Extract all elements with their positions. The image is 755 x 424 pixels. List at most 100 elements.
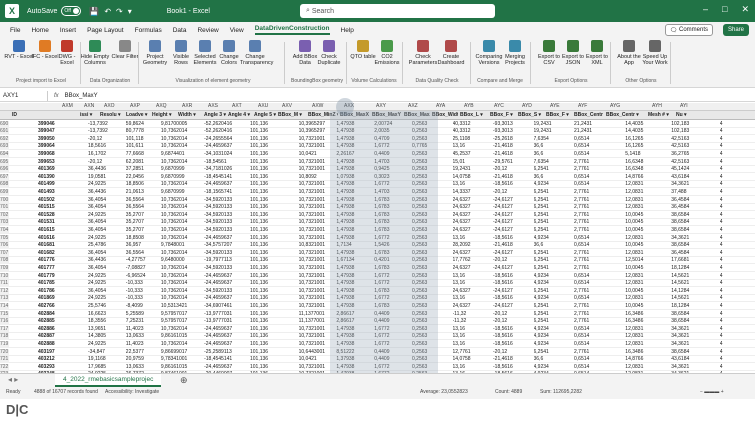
cell-id[interactable]: 399653 — [38, 159, 78, 165]
table-cell[interactable]: 4 — [720, 265, 752, 271]
table-cell[interactable]: 16,1265 — [625, 143, 657, 149]
cell-id[interactable]: 401616 — [38, 235, 78, 241]
table-cell[interactable]: 9,86161015 — [161, 364, 193, 370]
table-cell[interactable]: 36,4054 — [88, 288, 120, 294]
column-letter[interactable]: AYE — [550, 103, 560, 109]
table-cell[interactable]: 4 — [720, 311, 752, 317]
dwg-excel-button[interactable]: DWG - Excel — [52, 40, 82, 66]
cell-id[interactable]: 399046 — [38, 121, 78, 127]
table-cell[interactable]: -20,12 — [493, 318, 525, 324]
table-cell[interactable]: 43,6184 — [671, 356, 703, 362]
table-cell[interactable]: 6,2541 — [534, 265, 566, 271]
table-cell[interactable]: 36,4054 — [88, 197, 120, 203]
table-cell[interactable]: 62,2081 — [126, 159, 158, 165]
table-cell[interactable]: 9,6874401 — [161, 151, 193, 157]
table-cell[interactable]: 12,0831 — [625, 250, 657, 256]
table-cell[interactable]: 36,4584 — [671, 204, 703, 210]
cell-id[interactable]: 403293 — [38, 364, 78, 370]
fx-icon[interactable]: fx — [48, 93, 65, 99]
table-cell[interactable]: 10,7321001 — [299, 204, 331, 210]
table-cell[interactable]: 0,6514 — [574, 143, 606, 149]
table-cell[interactable]: 10,7321001 — [299, 143, 331, 149]
table-cell[interactable]: -24,4659637 — [204, 326, 236, 332]
table-cell[interactable]: 24,6327 — [453, 219, 485, 225]
table-cell[interactable]: 4 — [720, 166, 752, 172]
table-cell[interactable]: -13,7392 — [88, 121, 120, 127]
table-cell[interactable]: 36,4054 — [88, 204, 120, 210]
table-cell[interactable]: 10,7321001 — [299, 212, 331, 218]
cell-id[interactable]: 403212 — [38, 356, 78, 362]
table-cell[interactable]: -24,4659637 — [204, 181, 236, 187]
table-cell[interactable]: -34,5920133 — [204, 197, 236, 203]
table-cell[interactable]: 11,1377001 — [299, 311, 331, 317]
table-cell[interactable]: 7,6354 — [534, 159, 566, 165]
tab-review[interactable]: Review — [197, 27, 218, 34]
table-cell[interactable]: 18,5616 — [88, 143, 120, 149]
table-cell[interactable]: 10,7362014 — [161, 227, 193, 233]
table-cell[interactable]: 9,6870999 — [161, 174, 193, 180]
status-accessibility[interactable]: Accessibility: Investigate — [105, 389, 159, 395]
table-cell[interactable]: 24,6327 — [453, 265, 485, 271]
cell-id[interactable]: 401499 — [38, 181, 78, 187]
table-cell[interactable]: 34,3621 — [671, 235, 703, 241]
table-cell[interactable]: 25,1108 — [453, 136, 485, 142]
co2-emissions-button[interactable]: CO2 Emissions — [372, 40, 402, 66]
column-letter[interactable]: AXV — [282, 103, 292, 109]
table-cell[interactable]: 4 — [720, 128, 752, 134]
table-cell[interactable]: 0,6514 — [574, 151, 606, 157]
table-cell[interactable]: 13,16 — [453, 295, 485, 301]
table-cell[interactable]: -34,5920133 — [204, 219, 236, 225]
row-number[interactable]: 695 — [0, 158, 9, 166]
table-cell[interactable]: 2,7761 — [574, 257, 606, 263]
autosave-toggle[interactable]: Off — [61, 6, 82, 16]
column-letter[interactable]: AYI — [680, 103, 688, 109]
table-cell[interactable]: 25,4786 — [88, 242, 120, 248]
cell-id[interactable]: 399047 — [38, 128, 78, 134]
table-cell[interactable]: 10,7321001 — [299, 341, 331, 347]
table-cell[interactable]: -24,6127 — [493, 204, 525, 210]
table-cell[interactable]: 36,4584 — [671, 250, 703, 256]
table-cell[interactable]: 101,136 — [250, 189, 282, 195]
speed-up-your-work-button[interactable]: Speed Up Your Work — [640, 40, 670, 66]
table-cell[interactable]: 14,8766 — [625, 356, 657, 362]
table-cell[interactable]: 101,136 — [250, 159, 282, 165]
column-header[interactable]: BBox_F ▾ — [490, 112, 516, 118]
table-cell[interactable]: 24,6327 — [453, 303, 485, 309]
column-letter[interactable]: AXS — [208, 103, 218, 109]
table-cell[interactable]: 15,01 — [453, 159, 485, 165]
cell-id[interactable]: 401531 — [38, 219, 78, 225]
table-cell[interactable]: 14,5621 — [671, 273, 703, 279]
row-number[interactable]: 699 — [0, 188, 9, 196]
cell-id[interactable]: 401369 — [38, 166, 78, 172]
table-cell[interactable]: 4 — [720, 235, 752, 241]
table-cell[interactable]: 36,6 — [534, 143, 566, 149]
table-cell[interactable]: 4 — [720, 174, 752, 180]
hide-empty-columns-button[interactable]: Hide Empty Columns — [80, 40, 110, 66]
table-cell[interactable]: 14,3337 — [453, 189, 485, 195]
table-cell[interactable]: 102,183 — [671, 128, 703, 134]
table-cell[interactable]: 36,4584 — [671, 197, 703, 203]
table-cell[interactable]: 14,1284 — [671, 288, 703, 294]
table-cell[interactable]: -11,32 — [453, 318, 485, 324]
table-cell[interactable]: 0,6514 — [574, 356, 606, 362]
column-letter[interactable]: AYD — [522, 103, 532, 109]
table-cell[interactable]: 12,7761 — [453, 349, 485, 355]
table-cell[interactable]: 4,9234 — [534, 333, 566, 339]
table-cell[interactable]: 10,7362014 — [161, 250, 193, 256]
table-cell[interactable]: 4 — [720, 189, 752, 195]
table-cell[interactable]: 4,9234 — [534, 273, 566, 279]
cell-id[interactable]: 401502 — [38, 197, 78, 203]
column-letter[interactable]: AYA — [436, 103, 445, 109]
table-cell[interactable]: 36,6 — [534, 242, 566, 248]
column-letter[interactable]: AXN — [84, 103, 94, 109]
table-cell[interactable]: 37,488 — [671, 189, 703, 195]
table-cell[interactable]: -18,5616 — [493, 181, 525, 187]
table-cell[interactable]: 45,1424 — [671, 166, 703, 172]
table-cell[interactable]: 36,4436 — [88, 189, 120, 195]
table-cell[interactable]: 102,183 — [671, 121, 703, 127]
table-cell[interactable]: 0,6514 — [574, 364, 606, 370]
table-cell[interactable]: 25,5746 — [88, 303, 120, 309]
table-cell[interactable]: 4,9234 — [534, 364, 566, 370]
column-header[interactable]: Resolu ▾ — [100, 112, 124, 118]
table-cell[interactable]: 24,9225 — [88, 295, 120, 301]
